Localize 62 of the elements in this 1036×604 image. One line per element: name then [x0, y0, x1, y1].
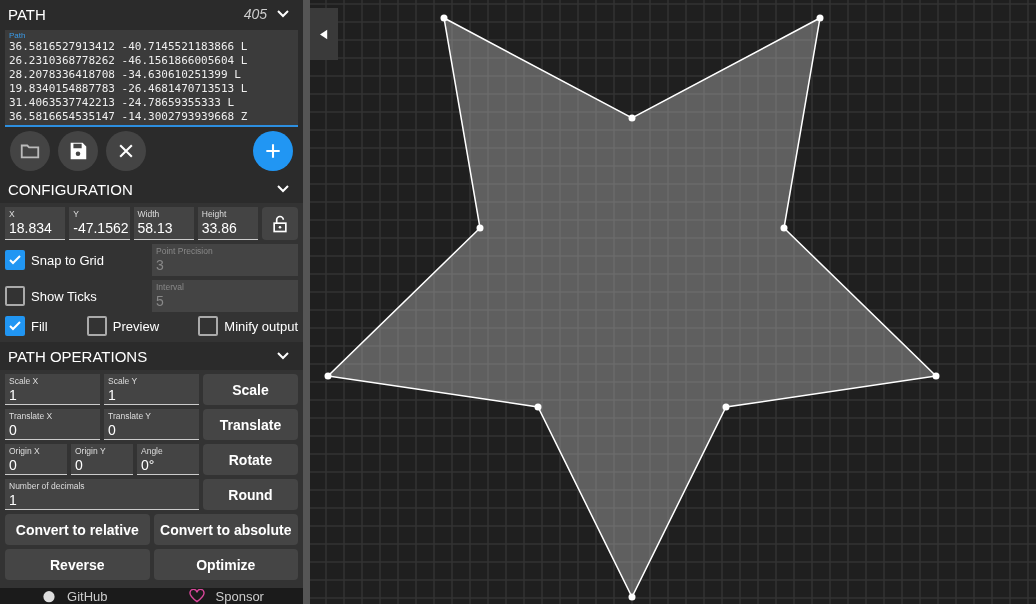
path-line: 36.5816527913412 -40.7145521183866 L — [9, 40, 249, 54]
point-handle[interactable] — [628, 114, 636, 122]
add-button[interactable] — [253, 131, 293, 171]
point-handle[interactable] — [780, 224, 788, 232]
panel-title: PATH OPERATIONS — [8, 347, 149, 365]
path-line: 19.8340154887783 -26.4681470713513 L — [9, 82, 249, 96]
path-label: Path — [9, 31, 27, 40]
lock-button[interactable] — [262, 207, 298, 240]
footer-link[interactable]: Sponsor — [185, 588, 264, 604]
operation-button[interactable]: Translate — [203, 409, 298, 440]
collapse-button[interactable] — [310, 8, 338, 60]
plus-icon — [263, 141, 283, 161]
input-field[interactable]: Scale Y 1 — [104, 374, 199, 405]
open-button[interactable] — [10, 131, 50, 171]
point-handle[interactable] — [440, 14, 448, 22]
operation-button[interactable]: Convert to relative — [5, 514, 150, 545]
chevron-down-icon[interactable] — [277, 352, 289, 360]
path-count: 405 — [243, 6, 267, 22]
point-handle[interactable] — [628, 593, 636, 601]
input-field[interactable]: Angle 0° — [137, 444, 199, 475]
option-checkbox[interactable]: Minify output — [198, 316, 298, 336]
operation-button[interactable]: Scale — [203, 374, 298, 405]
scrollbar[interactable] — [303, 0, 310, 604]
point-handle[interactable] — [816, 14, 824, 22]
input-field[interactable]: Width 58.13 — [133, 207, 194, 240]
path-line: 31.4063537742213 -24.78659355333 L — [9, 96, 236, 110]
input-field[interactable]: Origin Y 0 — [71, 444, 133, 475]
show-ticks-checkbox[interactable]: Show Ticks — [5, 286, 148, 306]
point-handle[interactable] — [324, 372, 332, 380]
operation-button[interactable]: Optimize — [153, 549, 298, 580]
input-field[interactable]: Origin X 0 — [5, 444, 67, 475]
input-field[interactable]: Scale X 1 — [5, 374, 100, 405]
snap-to-grid-checkbox[interactable]: Snap to Grid — [5, 250, 148, 270]
point-handle[interactable] — [932, 372, 940, 380]
input-field[interactable]: X 18.834 — [5, 207, 66, 240]
input-field[interactable]: Translate X 0 — [5, 409, 100, 440]
option-checkbox[interactable]: Fill — [5, 316, 48, 336]
option-checkbox[interactable]: Preview — [86, 316, 160, 336]
input-field[interactable]: Translate Y 0 — [104, 409, 199, 440]
panel-title: PATH — [8, 5, 47, 23]
point-handle[interactable] — [476, 224, 484, 232]
chevron-down-icon[interactable] — [277, 185, 289, 193]
close-button[interactable] — [106, 131, 146, 171]
operation-button[interactable]: Rotate — [203, 444, 298, 475]
operation-button[interactable]: Reverse — [5, 549, 150, 580]
lock-icon — [270, 213, 290, 234]
path-line: 26.2310368778262 -46.1561866005604 L — [9, 54, 249, 68]
operation-button[interactable]: Round — [203, 479, 298, 510]
operation-button[interactable]: Convert to absolute — [153, 514, 298, 545]
save-button[interactable] — [58, 131, 98, 171]
path-textarea[interactable] — [5, 30, 298, 127]
footer-link[interactable]: GitHub — [39, 588, 108, 604]
chevron-down-icon[interactable] — [277, 10, 289, 18]
input-field[interactable]: Number of decimals 1 — [5, 479, 199, 510]
point-handle[interactable] — [722, 403, 730, 411]
path-line: 28.2078336418708 -34.630610251399 L — [9, 68, 242, 82]
caret-left-icon — [320, 28, 328, 40]
path-line: 36.5816654535147 -14.3002793939668 Z — [9, 110, 249, 124]
input-field[interactable]: Y -47.1562 — [69, 207, 130, 240]
point-handle[interactable] — [534, 403, 542, 411]
input-field[interactable]: Height 33.86 — [197, 207, 258, 240]
panel-title: CONFIGURATION — [8, 180, 134, 198]
